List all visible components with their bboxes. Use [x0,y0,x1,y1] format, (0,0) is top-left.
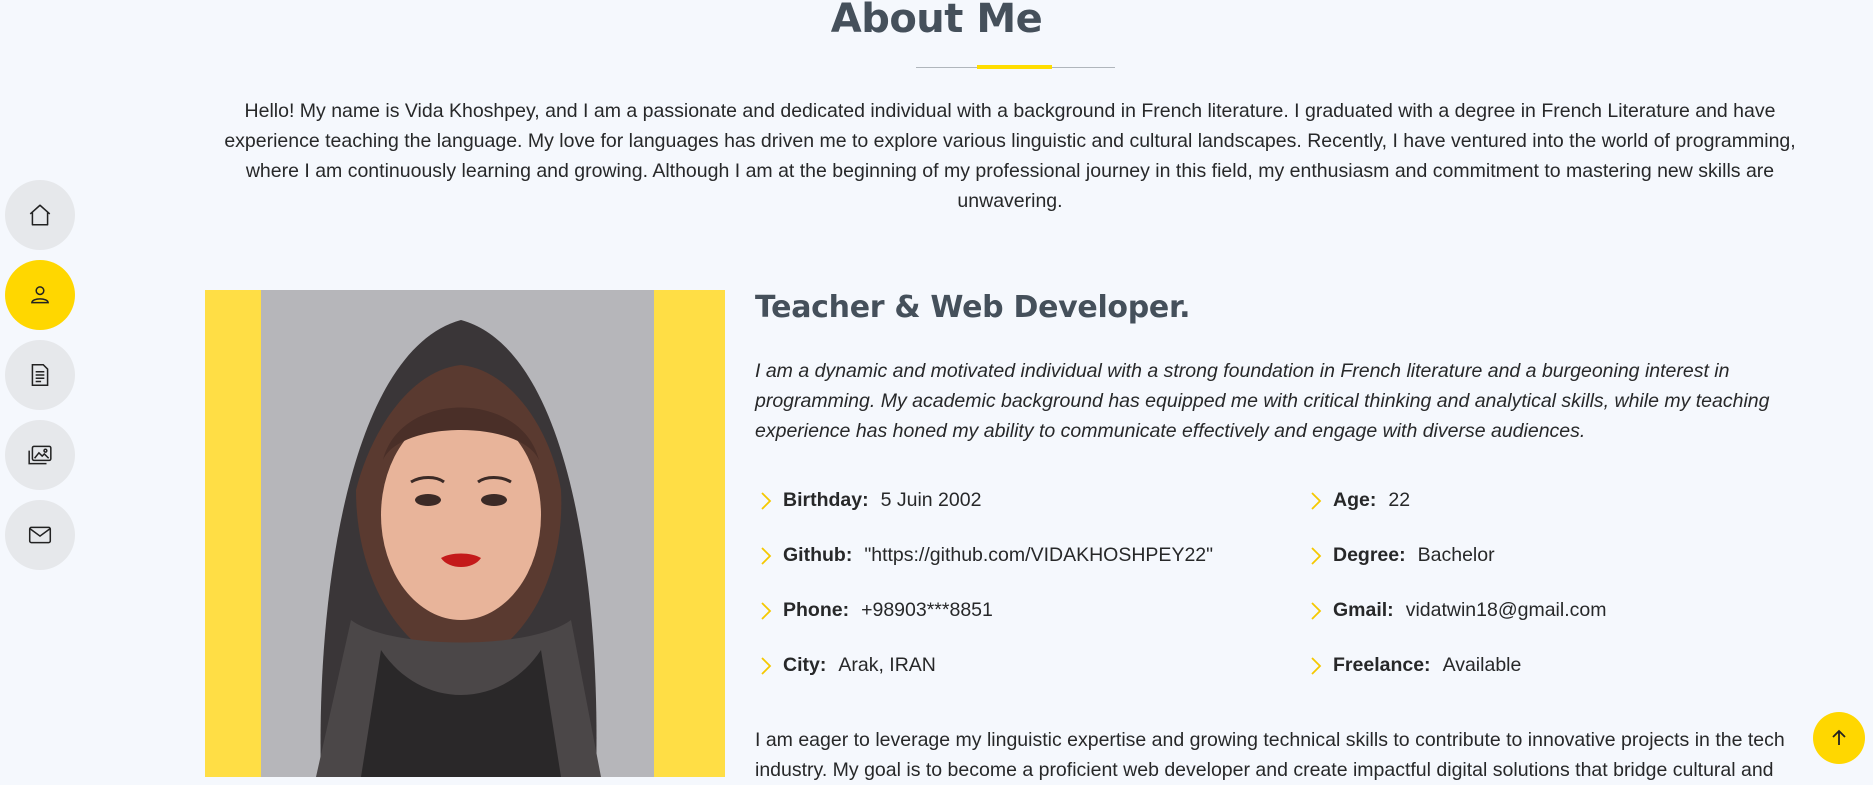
section-title: About Me [830,0,1043,42]
role-title: Teacher & Web Developer. [755,290,1191,325]
nav-portfolio-button[interactable] [5,420,75,490]
chevron-right-icon [1311,656,1322,675]
profile-photo [261,290,654,777]
home-icon [29,204,51,226]
envelope-icon [28,526,52,544]
closing-paragraph: I am eager to leverage my linguistic exp… [755,729,1785,781]
nav-home-button[interactable] [5,180,75,250]
back-to-top-button[interactable] [1813,712,1865,764]
chevron-right-icon [1311,491,1322,510]
nav-about-button[interactable] [5,260,75,330]
chevron-right-icon [761,546,772,565]
info-gmail: Gmail: vidatwin18@gmail.com [1307,599,1606,622]
info-birthday: Birthday: 5 Juin 2002 [757,489,981,512]
arrow-up-icon [1832,729,1846,745]
info-github: Github: "https://github.com/VIDAKHOSHPEY… [757,544,1213,567]
profile-photo-frame [205,290,725,777]
nav-resume-button[interactable] [5,340,75,410]
chevron-right-icon [1311,601,1322,620]
images-icon [28,445,52,465]
info-age: Age: 22 [1307,489,1410,512]
chevron-right-icon [1311,546,1322,565]
portrait-illustration [261,290,654,777]
person-icon [31,286,49,304]
chevron-right-icon [761,491,772,510]
info-city: City: Arak, IRAN [757,654,936,677]
resume-icon [31,363,49,387]
intro-paragraph: Hello! My name is Vida Khoshpey, and I a… [224,100,1796,212]
nav-contact-button[interactable] [5,500,75,570]
chevron-right-icon [761,656,772,675]
info-phone: Phone: +98903***8851 [757,599,993,622]
profile-summary: I am a dynamic and motivated individual … [755,360,1770,442]
github-link[interactable]: "https://github.com/VIDAKHOSHPEY22" [864,544,1213,567]
info-freelance: Freelance: Available [1307,654,1521,677]
title-accent-bar [977,65,1052,69]
info-degree: Degree: Bachelor [1307,544,1495,567]
chevron-right-icon [761,601,772,620]
